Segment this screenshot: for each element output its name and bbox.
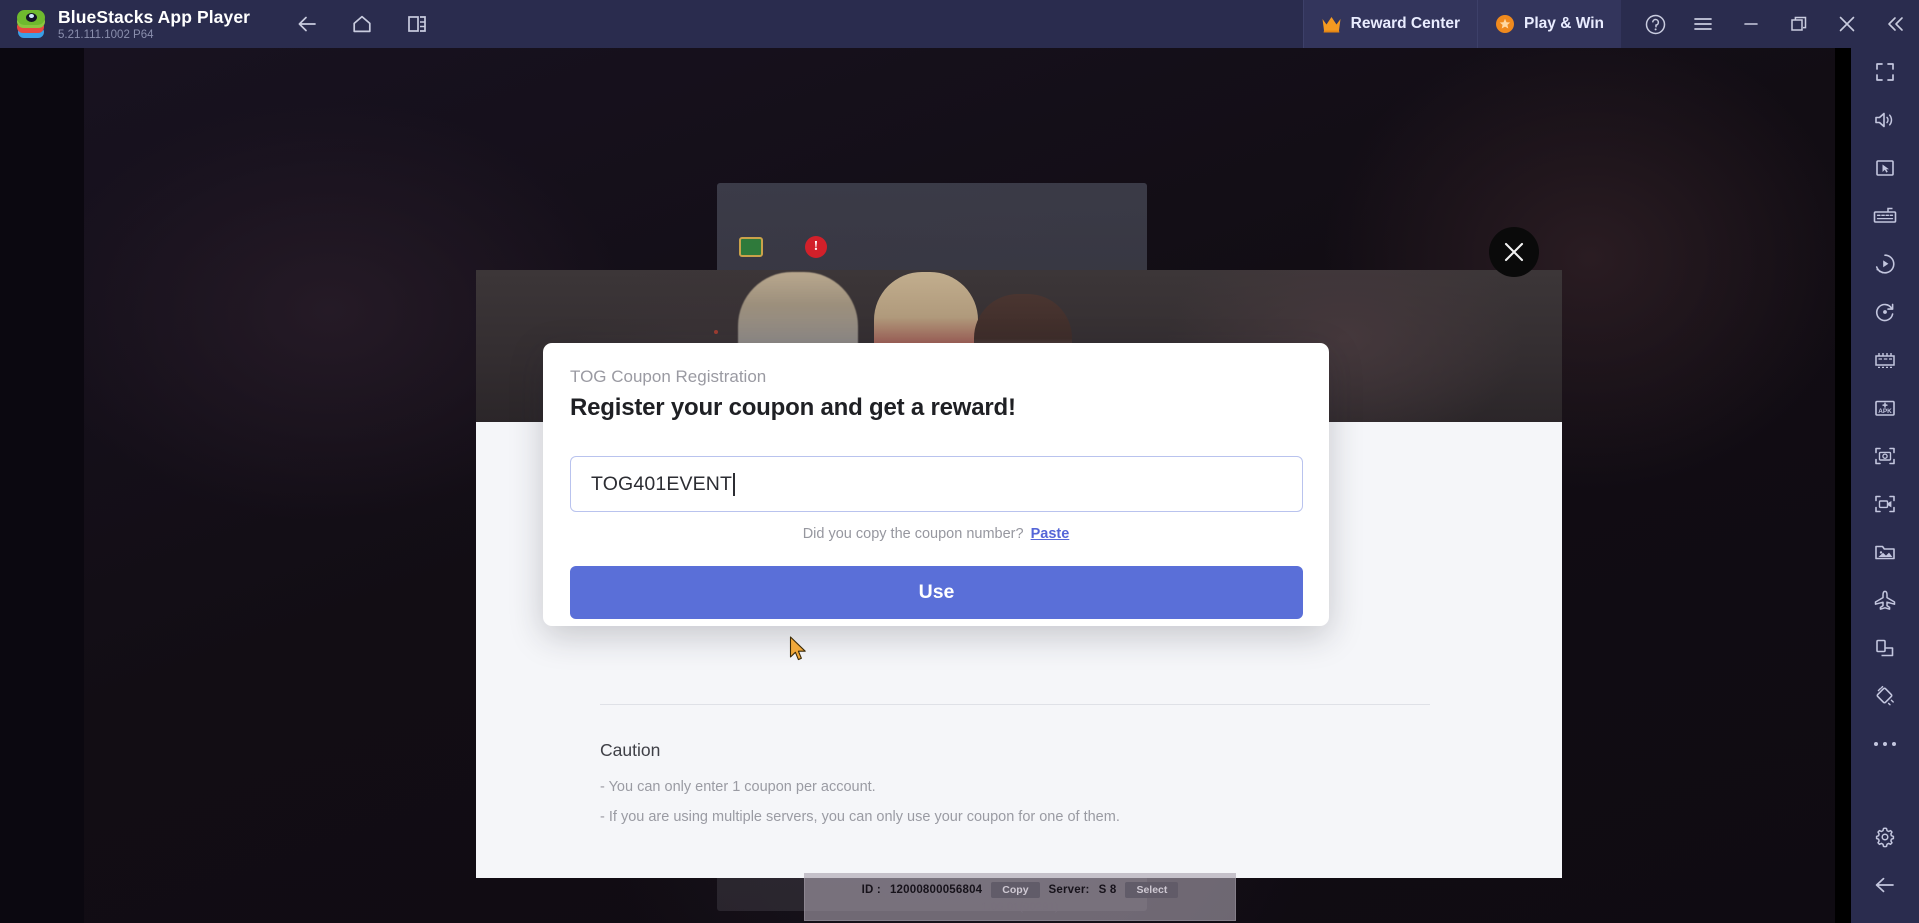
menu-button[interactable] — [1679, 0, 1727, 48]
svg-text:APK: APK — [1878, 408, 1892, 415]
title-bar: BlueStacks App Player 5.21.111.1002 P64 — [0, 0, 1919, 48]
rotate-icon — [1875, 303, 1894, 322]
close-dialog-button[interactable] — [1489, 227, 1539, 277]
restore-button[interactable] — [1775, 0, 1823, 48]
sidebar-item-install-apk[interactable]: APK — [1851, 384, 1919, 432]
sidebar-item-settings[interactable] — [1851, 813, 1919, 861]
account-id-label: ID : — [861, 883, 881, 896]
gear-icon — [1875, 827, 1895, 848]
sidebar-item-back[interactable] — [1851, 861, 1919, 909]
paste-link[interactable]: Paste — [1031, 526, 1070, 542]
nav-home-button[interactable] — [341, 3, 383, 45]
play-and-win-button[interactable]: Play & Win — [1477, 0, 1621, 48]
window-controls — [1621, 0, 1919, 48]
screen-record-icon — [1875, 495, 1895, 513]
copy-id-button[interactable]: Copy — [991, 881, 1040, 898]
pointer-controls-icon — [1876, 160, 1894, 176]
text-caret — [733, 472, 735, 496]
sidebar-item-screen-record[interactable] — [1851, 480, 1919, 528]
bluestacks-logo-icon — [16, 9, 46, 39]
sidebar-item-keyboard-controls[interactable] — [1851, 192, 1919, 240]
minimize-button[interactable] — [1727, 0, 1775, 48]
dialog-kicker: TOG Coupon Registration — [570, 367, 767, 386]
tools-sidebar: APK — [1851, 48, 1919, 923]
banner-spark — [714, 330, 718, 334]
sidebar-gutter — [1835, 48, 1851, 923]
server-value: S 8 — [1098, 883, 1117, 896]
arrow-left-icon — [1875, 877, 1894, 893]
sidebar-item-eco-mode[interactable] — [1851, 576, 1919, 624]
close-icon — [1504, 242, 1524, 262]
arrow-left-icon — [298, 16, 316, 32]
screenshot-icon — [1875, 447, 1895, 465]
sidebar-item-fullscreen[interactable] — [1851, 48, 1919, 96]
help-icon — [1645, 14, 1665, 34]
collapse-sidebar-button[interactable] — [1871, 0, 1919, 48]
close-window-button[interactable] — [1823, 0, 1871, 48]
app-identity: BlueStacks App Player 5.21.111.1002 P64 — [58, 7, 250, 42]
sidebar-item-multi-instance[interactable] — [1851, 336, 1919, 384]
shake-icon — [1876, 685, 1894, 706]
alert-badge-icon: ! — [805, 236, 827, 258]
left-gutter — [0, 48, 84, 923]
caution-line: - You can only enter 1 coupon per accoun… — [600, 779, 876, 795]
help-button[interactable] — [1631, 0, 1679, 48]
media-folder-icon — [1875, 545, 1895, 560]
sidebar-item-shake[interactable] — [1851, 672, 1919, 720]
fullscreen-icon — [1876, 63, 1894, 81]
use-coupon-button[interactable]: Use — [570, 566, 1303, 619]
game-version: 1.06.01(00291) — [981, 900, 1059, 913]
hamburger-menu-icon — [1694, 18, 1712, 30]
paste-hint-text: Did you copy the coupon number? — [802, 526, 1024, 542]
macro-play-icon — [1875, 254, 1895, 274]
volume-icon — [1875, 112, 1893, 128]
sidebar-item-screenshot[interactable] — [1851, 432, 1919, 480]
coupon-input[interactable]: TOG401EVENT — [570, 456, 1303, 512]
reward-center-button[interactable]: Reward Center — [1302, 0, 1478, 48]
minimize-icon — [1744, 23, 1758, 25]
coupon-dialog: TOG Coupon Registration Register your co… — [543, 343, 1329, 626]
multi-window-icon — [408, 16, 426, 32]
game-badges: ! — [739, 236, 827, 258]
install-apk-icon: APK — [1875, 400, 1895, 416]
caution-heading: Caution — [600, 740, 661, 760]
section-divider — [600, 704, 1430, 705]
chevron-double-left-icon — [1888, 17, 1903, 31]
sidebar-item-more[interactable] — [1851, 720, 1919, 768]
sidebar-item-media-manager[interactable] — [1851, 528, 1919, 576]
home-icon — [353, 15, 371, 33]
caution-line: - If you are using multiple servers, you… — [600, 809, 1120, 825]
app-version: 5.21.111.1002 P64 — [58, 28, 154, 41]
more-dots-icon — [1874, 742, 1896, 746]
sidebar-item-game-controls[interactable] — [1851, 144, 1919, 192]
game-account-bar: ID : 12000800056804 Copy Server: S 8 Sel… — [804, 873, 1236, 921]
sidebar-item-rotate-screen[interactable] — [1851, 624, 1919, 672]
nav-back-button[interactable] — [286, 3, 328, 45]
coupon-input-value: TOG401EVENT — [591, 472, 733, 495]
play-and-win-label: Play & Win — [1524, 15, 1604, 32]
multi-instance-icon — [1875, 353, 1895, 369]
sidebar-item-rotate[interactable] — [1851, 288, 1919, 336]
dialog-title: Register your coupon and get a reward! — [570, 394, 1016, 421]
app-title: BlueStacks App Player — [58, 6, 251, 27]
crown-icon — [1322, 17, 1341, 33]
keyboard-icon — [1873, 207, 1897, 223]
rotate-screen-icon — [1876, 639, 1894, 657]
sidebar-item-macro-recorder[interactable] — [1851, 240, 1919, 288]
nav-multi-window-button[interactable] — [396, 3, 438, 45]
restore-window-icon — [1791, 16, 1807, 31]
server-label: Server: — [1048, 883, 1090, 896]
close-icon — [1839, 16, 1855, 32]
airplane-icon — [1874, 590, 1896, 610]
nav-icon-group — [286, 3, 438, 45]
select-server-button[interactable]: Select — [1125, 881, 1179, 898]
account-id-value: 12000800056804 — [889, 883, 983, 896]
sidebar-item-volume[interactable] — [1851, 96, 1919, 144]
star-badge-icon — [1496, 15, 1515, 33]
green-badge-icon — [739, 237, 763, 257]
reward-center-label: Reward Center — [1350, 15, 1461, 32]
paste-hint: Did you copy the coupon number? Paste — [543, 526, 1329, 542]
